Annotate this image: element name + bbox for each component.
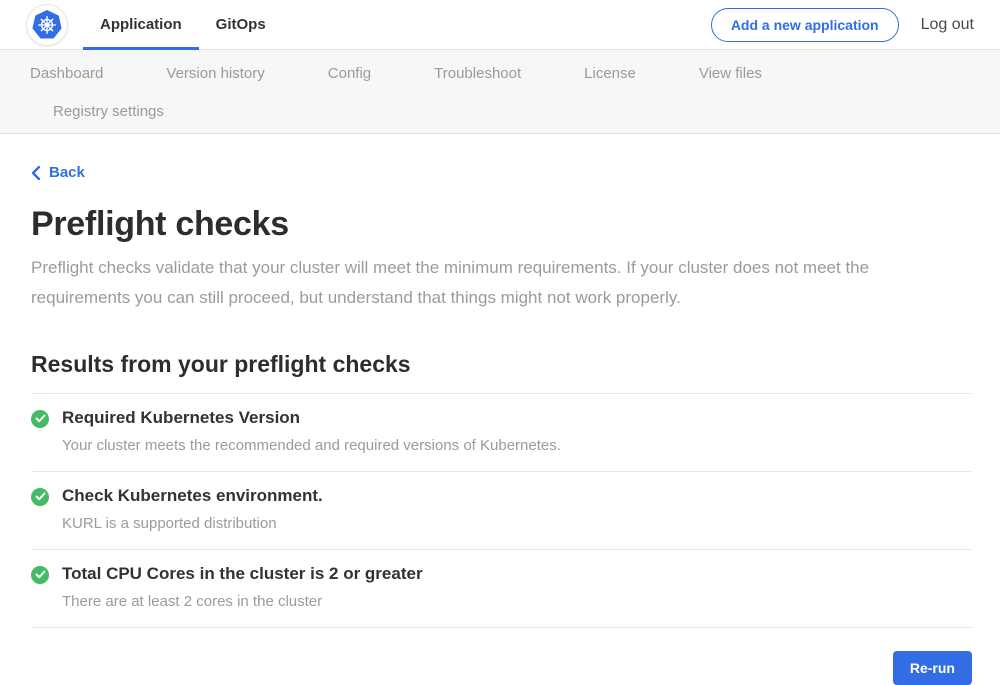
back-label: Back (49, 164, 85, 181)
tab-application[interactable]: Application (83, 0, 199, 49)
check-message: Your cluster meets the recommended and r… (62, 437, 561, 454)
chevron-left-icon (31, 166, 40, 180)
subnav-item-troubleshoot[interactable]: Troubleshoot (434, 65, 521, 82)
page-title: Preflight checks (31, 205, 972, 244)
kubernetes-logo[interactable] (26, 4, 68, 46)
tab-gitops-label: GitOps (216, 16, 266, 33)
check-content: Check Kubernetes environment. KURL is a … (62, 486, 323, 532)
check-content: Required Kubernetes Version Your cluster… (62, 408, 561, 454)
back-link[interactable]: Back (31, 164, 85, 181)
tab-gitops[interactable]: GitOps (199, 0, 283, 49)
preflight-check-row: Total CPU Cores in the cluster is 2 or g… (31, 549, 972, 628)
check-pass-icon (31, 566, 49, 584)
subnav-item-license[interactable]: License (584, 65, 636, 82)
rerun-button[interactable]: Re-run (893, 651, 972, 685)
app-subnav: Dashboard Version history Config Trouble… (0, 50, 1000, 134)
footer-actions: Re-run (31, 651, 972, 685)
topnav-right: Add a new application Log out (711, 0, 974, 49)
preflight-check-row: Check Kubernetes environment. KURL is a … (31, 471, 972, 549)
subnav-item-registry-settings[interactable]: Registry settings (53, 103, 164, 120)
subnav-item-config[interactable]: Config (328, 65, 371, 82)
page-description: Preflight checks validate that your clus… (31, 253, 943, 313)
results-heading: Results from your preflight checks (31, 351, 972, 378)
check-title: Required Kubernetes Version (62, 408, 561, 428)
tab-application-label: Application (100, 16, 182, 33)
subnav-item-view-files[interactable]: View files (699, 65, 762, 82)
top-navbar: Application GitOps Add a new application… (0, 0, 1000, 50)
subnav-row-1: Dashboard Version history Config Trouble… (30, 65, 970, 82)
preflight-page: Back Preflight checks Preflight checks v… (0, 134, 1000, 685)
subnav-row-2: Registry settings (30, 103, 970, 120)
check-content: Total CPU Cores in the cluster is 2 or g… (62, 564, 423, 610)
add-new-application-button[interactable]: Add a new application (711, 8, 899, 42)
primary-tabs: Application GitOps (83, 0, 283, 49)
preflight-check-row: Required Kubernetes Version Your cluster… (31, 393, 972, 471)
check-pass-icon (31, 410, 49, 428)
logout-link[interactable]: Log out (921, 16, 974, 34)
subnav-item-dashboard[interactable]: Dashboard (30, 65, 103, 82)
subnav-item-version-history[interactable]: Version history (166, 65, 264, 82)
check-pass-icon (31, 488, 49, 506)
check-title: Check Kubernetes environment. (62, 486, 323, 506)
kubernetes-helm-icon (30, 8, 64, 42)
check-message: KURL is a supported distribution (62, 515, 323, 532)
preflight-results-list: Required Kubernetes Version Your cluster… (31, 393, 972, 628)
check-title: Total CPU Cores in the cluster is 2 or g… (62, 564, 423, 584)
check-message: There are at least 2 cores in the cluste… (62, 593, 423, 610)
